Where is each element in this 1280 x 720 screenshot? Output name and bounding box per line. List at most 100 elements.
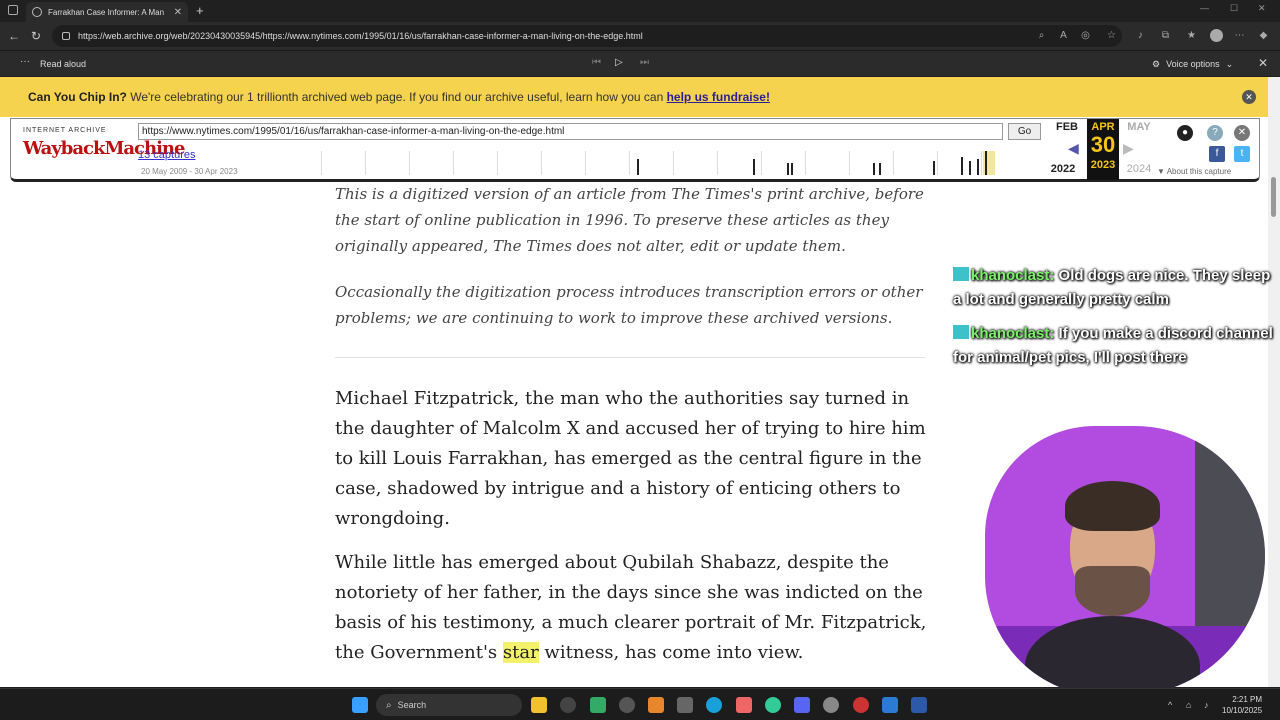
next-capture-icon[interactable]: ▶ xyxy=(1123,140,1134,157)
terminal-icon[interactable] xyxy=(590,697,606,713)
prev-month-column[interactable]: FEB xyxy=(1049,121,1085,133)
back-icon[interactable]: ← xyxy=(8,29,20,43)
firefox-icon[interactable] xyxy=(736,697,752,713)
capture-bar[interactable] xyxy=(985,151,987,175)
wayback-url-input[interactable]: https://www.nytimes.com/1995/01/16/us/fa… xyxy=(138,123,1003,140)
obs-icon[interactable] xyxy=(823,697,839,713)
chat-badge-icon xyxy=(953,325,969,339)
facebook-icon[interactable]: f xyxy=(1209,146,1225,162)
maximize-icon[interactable]: ☐ xyxy=(1230,3,1238,14)
close-tab-icon[interactable]: ✕ xyxy=(174,7,182,18)
minimize-icon[interactable]: — xyxy=(1200,3,1209,13)
previous-icon[interactable]: ⏮ xyxy=(592,57,601,68)
refresh-icon[interactable]: ↻ xyxy=(31,29,41,43)
twitter-icon[interactable]: t xyxy=(1234,146,1250,162)
split-screen-icon[interactable]: ⧉ xyxy=(1160,30,1171,41)
page-scrollbar[interactable] xyxy=(1268,77,1280,687)
chrome-icon[interactable] xyxy=(765,697,781,713)
previous-capture-icon[interactable]: ◀ xyxy=(1068,140,1079,157)
file-explorer-icon[interactable] xyxy=(531,697,547,713)
next-month: MAY xyxy=(1127,121,1151,133)
banner-message: Can You Chip In? We're celebrating our 1… xyxy=(28,90,770,104)
captures-link[interactable]: 13 captures xyxy=(138,149,195,161)
next-icon[interactable]: ⏭ xyxy=(640,57,649,68)
taskbar-search[interactable]: ⌕ Search xyxy=(376,694,522,716)
media-icon[interactable] xyxy=(853,697,869,713)
close-banner-icon[interactable]: ✕ xyxy=(1242,90,1256,104)
archive-note: This is a digitized version of an articl… xyxy=(335,185,924,255)
browser-tab[interactable]: Farrakhan Case Informer: A Man ✕ xyxy=(26,2,188,22)
capture-bar[interactable] xyxy=(977,159,979,175)
capture-bar[interactable] xyxy=(879,163,881,175)
capture-bar[interactable] xyxy=(969,161,971,175)
favorite-star-icon[interactable]: ☆ xyxy=(1106,30,1117,41)
copilot-icon[interactable]: ◆ xyxy=(1258,30,1269,41)
menu-icon[interactable]: ⋯ xyxy=(1234,30,1245,41)
address-url: https://web.archive.org/web/202304300359… xyxy=(78,31,643,41)
volume-icon[interactable]: ♪ xyxy=(1204,700,1209,710)
play-icon[interactable]: ▷ xyxy=(615,57,623,68)
year-gridline xyxy=(629,151,630,175)
site-info-icon[interactable] xyxy=(62,32,70,40)
read-aloud-icon[interactable]: A xyxy=(1058,30,1069,41)
notes-icon[interactable] xyxy=(911,697,927,713)
discord-icon[interactable] xyxy=(794,697,810,713)
close-toolbar-icon[interactable]: ✕ xyxy=(1234,125,1250,141)
taskbar-search-label: Search xyxy=(397,700,427,710)
voice-options-button[interactable]: ⚙ Voice options ⌄ xyxy=(1152,59,1233,70)
divider xyxy=(335,357,925,358)
year-gridline xyxy=(937,151,938,175)
capture-bar[interactable] xyxy=(961,157,963,175)
chat-message: khanoclast: Old dogs are nice. They slee… xyxy=(953,264,1273,312)
clock-date: 10/10/2025 xyxy=(1222,706,1263,715)
account-icon[interactable]: ● xyxy=(1177,125,1193,141)
about-capture-link[interactable]: ▼ About this capture xyxy=(1157,167,1231,176)
capture-bar[interactable] xyxy=(753,159,755,175)
favorites-icon[interactable]: ★ xyxy=(1186,30,1197,41)
go-button[interactable]: Go xyxy=(1008,123,1041,140)
app-icon-3[interactable] xyxy=(677,697,693,713)
capture-bar[interactable] xyxy=(637,159,639,175)
speaker-icon[interactable]: ♪ xyxy=(1135,30,1146,41)
capture-bar[interactable] xyxy=(873,163,875,175)
close-read-aloud-icon[interactable]: ✕ xyxy=(1258,56,1268,70)
voice-options-label: Voice options xyxy=(1166,59,1220,69)
profile-avatar[interactable] xyxy=(1210,29,1223,42)
scrollbar-thumb[interactable] xyxy=(1271,177,1276,217)
year-gridline xyxy=(893,151,894,175)
fundraise-link[interactable]: help us fundraise! xyxy=(667,90,770,104)
vlc-icon[interactable] xyxy=(648,697,664,713)
capture-bar[interactable] xyxy=(787,163,789,175)
current-capture-date: APR 30 2023 xyxy=(1087,119,1119,180)
tray-chevron-icon[interactable]: ^ xyxy=(1168,700,1172,710)
tab-title: Farrakhan Case Informer: A Man xyxy=(48,7,165,17)
capture-bar[interactable] xyxy=(933,161,935,175)
app-icon-1[interactable] xyxy=(560,697,576,713)
extensions-icon[interactable]: ◎ xyxy=(1080,30,1091,41)
year-gridline xyxy=(321,151,322,175)
read-aloud-menu-icon[interactable]: ··· xyxy=(20,56,30,67)
help-icon[interactable]: ? xyxy=(1207,125,1223,141)
start-icon[interactable] xyxy=(352,697,368,713)
new-tab-icon[interactable]: + xyxy=(196,3,204,18)
search-icon: ⌕ xyxy=(386,699,392,711)
address-bar[interactable]: https://web.archive.org/web/202304300359… xyxy=(52,25,1122,47)
chat-badge-icon xyxy=(953,267,969,281)
capture-bar[interactable] xyxy=(791,163,793,175)
zoom-icon[interactable]: ⌕ xyxy=(1036,30,1047,41)
edge-icon[interactable] xyxy=(706,697,722,713)
prev-year-column[interactable]: 2022 xyxy=(1045,163,1081,175)
chevron-down-icon: ⌄ xyxy=(1225,59,1234,69)
tab-actions-icon[interactable] xyxy=(8,5,18,15)
network-icon[interactable]: ⌂ xyxy=(1186,700,1191,710)
capture-sparkline[interactable] xyxy=(321,151,1021,175)
banner-text: We're celebrating our 1 trillionth archi… xyxy=(126,90,667,104)
next-month-column[interactable]: MAY xyxy=(1121,121,1157,133)
vscode-icon[interactable] xyxy=(882,697,898,713)
clock[interactable]: 2:21 PM 10/10/2025 xyxy=(1222,694,1262,716)
close-window-icon[interactable]: ✕ xyxy=(1258,3,1266,14)
app-icon-2[interactable] xyxy=(619,697,635,713)
highlighted-word: star xyxy=(502,642,539,663)
chat-message: khanoclast: If you make a discord channe… xyxy=(953,322,1273,370)
next-year-column[interactable]: 2024 xyxy=(1121,163,1157,175)
